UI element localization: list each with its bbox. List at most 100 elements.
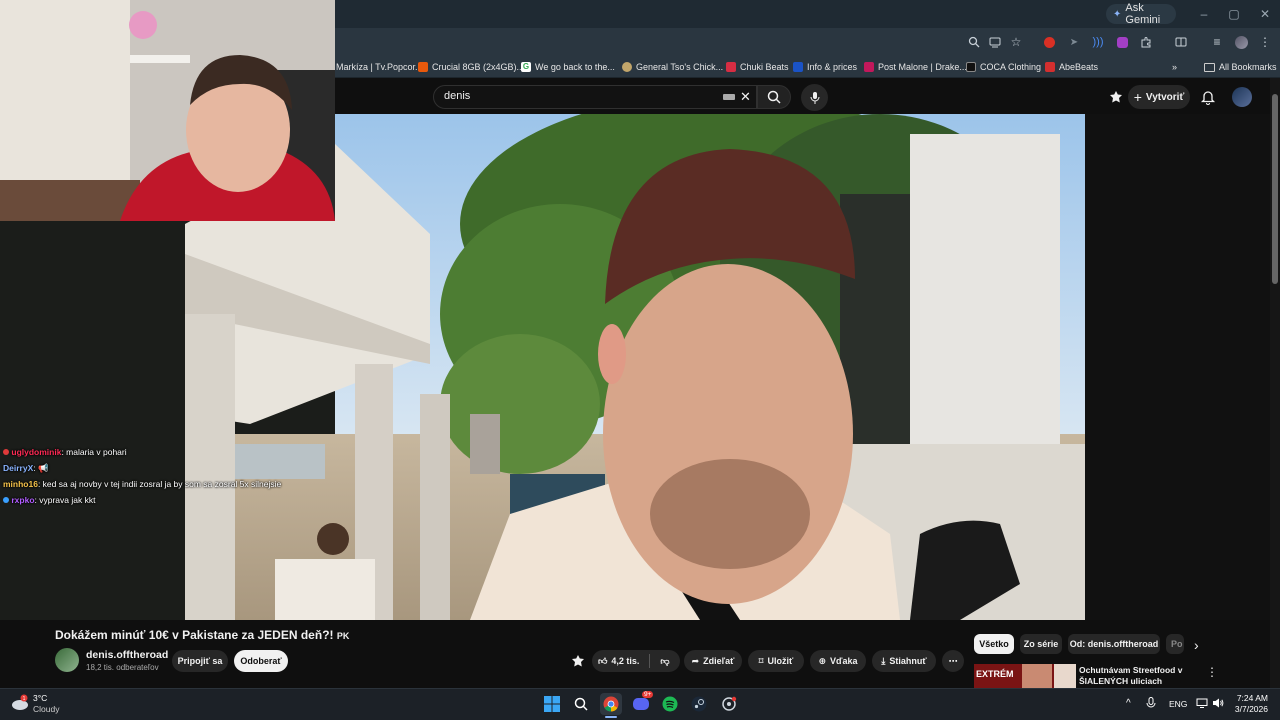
all-bookmarks-button[interactable]: All Bookmarks bbox=[1204, 59, 1277, 75]
bookmarks-overflow-icon[interactable]: » bbox=[1172, 59, 1177, 75]
microphone-icon bbox=[810, 91, 819, 104]
weather-widget-icon[interactable]: 1 bbox=[10, 693, 30, 713]
bookmark-favicon-icon bbox=[966, 62, 976, 72]
chat-text: : malaria v pohari bbox=[61, 447, 127, 457]
notifications-bell-icon[interactable] bbox=[1200, 89, 1216, 105]
volume-icon[interactable] bbox=[1212, 697, 1224, 709]
clear-search-icon[interactable]: ✕ bbox=[740, 89, 751, 105]
account-avatar[interactable] bbox=[1232, 87, 1252, 107]
channel-avatar[interactable] bbox=[55, 648, 79, 672]
bookmark-label: COCA Clothing bbox=[980, 62, 1042, 72]
gemini-sparkle-icon: ✦ bbox=[1113, 8, 1122, 20]
channel-name[interactable]: denis.offtheroad bbox=[86, 649, 168, 661]
svg-text:1: 1 bbox=[23, 696, 26, 702]
ask-ai-sparkle-icon[interactable] bbox=[570, 654, 586, 670]
thanks-button[interactable]: ⊕ Vďaka bbox=[810, 650, 866, 672]
bookmark-item[interactable]: COCA Clothing bbox=[966, 59, 1041, 75]
bookmark-item[interactable]: General Tso's Chick... bbox=[622, 59, 723, 75]
subscriber-count: 18,2 tis. odberateľov bbox=[86, 663, 159, 672]
taskbar-search-button[interactable] bbox=[570, 693, 592, 715]
chat-username: minho16 bbox=[3, 479, 38, 489]
join-button[interactable]: Pripojiť sa bbox=[172, 650, 228, 672]
profile-avatar-icon[interactable] bbox=[1233, 34, 1249, 50]
taskbar-spotify-button[interactable] bbox=[659, 693, 681, 715]
video-title-flag: PK bbox=[336, 631, 350, 641]
extension-gray-icon[interactable]: ➤ bbox=[1066, 34, 1082, 50]
search-icon bbox=[574, 697, 588, 711]
bookmark-label: Info & prices bbox=[807, 62, 858, 72]
extension-purple-icon[interactable] bbox=[1114, 34, 1130, 50]
taskbar-steam-button[interactable] bbox=[688, 693, 710, 715]
chat-badge-icon bbox=[3, 497, 9, 503]
keyboard-icon[interactable] bbox=[723, 94, 735, 100]
bookmark-star-icon[interactable]: ☆ bbox=[1008, 34, 1024, 50]
dislike-button[interactable]: 👎︎ bbox=[660, 656, 669, 667]
ask-gemini-button[interactable]: ✦ Ask Gemini bbox=[1106, 2, 1176, 26]
recommendation-menu-icon[interactable]: ⋮ bbox=[1206, 665, 1218, 679]
chip-from-series[interactable]: Zo série bbox=[1020, 634, 1062, 654]
bookmark-label: General Tso's Chick... bbox=[636, 62, 724, 72]
like-button[interactable]: 👍︎ 4,2 tis. bbox=[598, 656, 639, 667]
clock-time[interactable]: 7:24 AM bbox=[1234, 693, 1268, 703]
weather-description[interactable]: Cloudy bbox=[33, 704, 59, 714]
minimize-window-icon[interactable]: – bbox=[1196, 6, 1212, 22]
chips-next-chevron-icon[interactable]: › bbox=[1194, 638, 1208, 652]
network-icon[interactable] bbox=[1196, 698, 1208, 708]
language-indicator[interactable]: ENG bbox=[1169, 699, 1187, 709]
extension-blue-icon[interactable]: ))) bbox=[1090, 34, 1106, 50]
maximize-window-icon[interactable]: ▢ bbox=[1226, 6, 1242, 22]
start-menu-button[interactable] bbox=[541, 693, 563, 715]
close-window-icon[interactable]: ✕ bbox=[1257, 6, 1273, 22]
bookmark-label: Post Malone | Drake... bbox=[878, 62, 967, 72]
search-button[interactable] bbox=[757, 85, 791, 109]
discord-icon bbox=[633, 698, 649, 710]
voice-search-button[interactable] bbox=[801, 84, 828, 111]
chat-message: uglydominik: malaria v pohari bbox=[3, 447, 127, 457]
bookmark-item[interactable]: AbeBeats bbox=[1045, 59, 1098, 75]
recommended-video-thumbnail[interactable]: EXTRÉM bbox=[974, 664, 1076, 688]
extension-red-icon[interactable] bbox=[1041, 34, 1057, 50]
chip-all[interactable]: Všetko bbox=[974, 634, 1014, 654]
more-actions-button[interactable]: ⋯ bbox=[942, 650, 964, 672]
chip-from-channel[interactable]: Od: denis.offtheroad bbox=[1068, 634, 1160, 654]
zoom-icon[interactable] bbox=[966, 34, 982, 50]
cast-icon[interactable] bbox=[987, 34, 1003, 50]
spotify-icon bbox=[662, 696, 678, 712]
save-button[interactable]: ⌑ Uložiť bbox=[748, 650, 804, 672]
chat-username: DeirryX bbox=[3, 463, 34, 473]
download-button[interactable]: ⤓ Stiahnuť bbox=[872, 650, 936, 672]
bookmark-label: We go back to the... bbox=[535, 62, 615, 72]
plus-icon: + bbox=[1133, 89, 1142, 105]
extensions-puzzle-icon[interactable] bbox=[1138, 34, 1154, 50]
taskbar-app-button[interactable] bbox=[718, 693, 740, 715]
share-button[interactable]: ➦ Zdieľať bbox=[684, 650, 742, 672]
media-controls-icon[interactable]: ≡ bbox=[1209, 34, 1225, 50]
bookmark-item[interactable]: Markíza | Tv.Popcor... bbox=[336, 59, 423, 75]
gear-app-icon bbox=[722, 696, 737, 711]
weather-temperature[interactable]: 3°C bbox=[33, 693, 47, 703]
search-input[interactable] bbox=[433, 85, 757, 109]
tray-overflow-chevron-icon[interactable]: ^ bbox=[1126, 698, 1131, 709]
bookmark-item[interactable]: Post Malone | Drake... bbox=[864, 59, 967, 75]
clock-date[interactable]: 3/7/2026 bbox=[1226, 704, 1268, 714]
browser-menu-icon[interactable]: ⋮ bbox=[1257, 34, 1273, 50]
microphone-tray-icon[interactable] bbox=[1146, 697, 1156, 709]
reading-mode-icon[interactable] bbox=[1173, 34, 1189, 50]
bookmark-item[interactable]: Crucial 8GB (2x4GB)... bbox=[418, 59, 524, 75]
unsubscribe-button[interactable]: Odoberať bbox=[234, 650, 288, 672]
bookmark-favicon-icon bbox=[1045, 62, 1055, 72]
bookmark-item[interactable]: Chuki Beats bbox=[726, 59, 789, 75]
bookmark-item[interactable]: G We go back to the... bbox=[521, 59, 615, 75]
create-button[interactable]: + Vytvoriť bbox=[1128, 85, 1190, 109]
taskbar-chrome-button[interactable] bbox=[600, 693, 622, 715]
bookmark-item[interactable]: Info & prices bbox=[793, 59, 857, 75]
folder-icon bbox=[1204, 62, 1215, 72]
chat-text: : 📢 bbox=[33, 463, 49, 473]
chat-text: : vyprava jak kkt bbox=[34, 495, 96, 505]
chip-truncated[interactable]: Po bbox=[1166, 634, 1184, 654]
scrollbar-thumb[interactable] bbox=[1272, 94, 1278, 284]
sparkle-settings-icon[interactable] bbox=[1108, 90, 1124, 106]
taskbar-discord-button[interactable]: 9+ bbox=[630, 691, 654, 715]
search-input-value: denis bbox=[444, 90, 471, 102]
active-app-indicator bbox=[605, 716, 617, 718]
